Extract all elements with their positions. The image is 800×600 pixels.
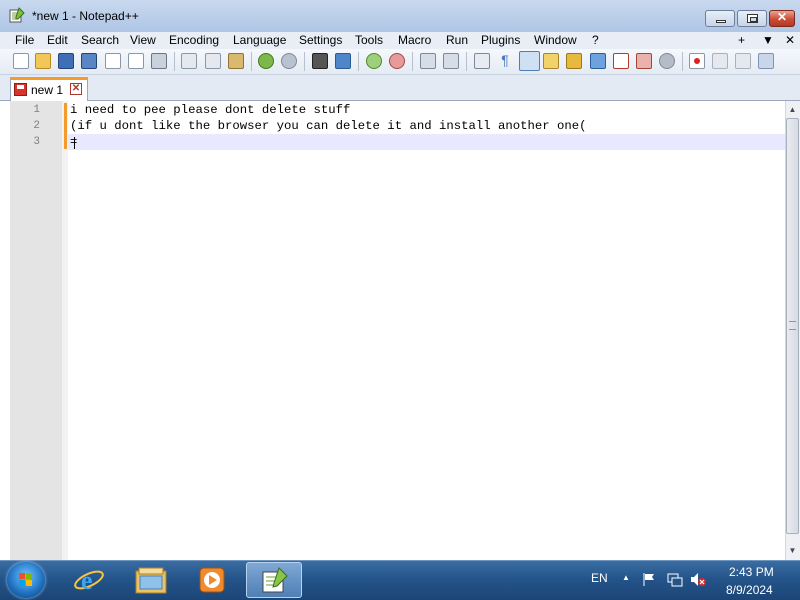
indent-guide-icon[interactable]: [519, 51, 540, 71]
clock-time[interactable]: 2:43 PM: [729, 565, 774, 579]
save-icon[interactable]: [58, 53, 74, 69]
redo-icon[interactable]: [281, 53, 297, 69]
play-macro-icon[interactable]: [735, 53, 751, 69]
line-number-gutter: [10, 101, 62, 560]
menu-help[interactable]: ?: [592, 32, 599, 49]
sync-horizontal-icon[interactable]: [443, 53, 459, 69]
open-file-icon[interactable]: [35, 53, 51, 69]
minimize-icon: [716, 20, 726, 23]
code-line[interactable]: (if u dont like the browser you can dele…: [70, 119, 587, 133]
internet-explorer-icon[interactable]: e: [73, 565, 105, 595]
scroll-grip-icon: [789, 321, 796, 330]
svg-text:e: e: [81, 566, 93, 595]
comment-icon[interactable]: [659, 53, 675, 69]
media-player-icon[interactable]: [197, 566, 227, 594]
menu-run[interactable]: Run: [446, 32, 468, 49]
menu-view[interactable]: View: [130, 32, 156, 49]
tab-bar: [0, 75, 800, 101]
clock-date[interactable]: 8/9/2024: [726, 583, 773, 597]
word-wrap-icon[interactable]: [474, 53, 490, 69]
print-icon[interactable]: [151, 53, 167, 69]
menu-tools[interactable]: Tools: [355, 32, 383, 49]
monitoring-icon[interactable]: [613, 53, 629, 69]
tab-list-button[interactable]: ▼: [762, 32, 774, 49]
record-dot-icon: [694, 58, 700, 64]
macro-icon[interactable]: [636, 53, 652, 69]
volume-muted-icon[interactable]: [690, 572, 707, 587]
toolbar-separator: [174, 52, 175, 71]
modified-lines-marker: [64, 103, 67, 149]
menu-search[interactable]: Search: [81, 32, 119, 49]
undo-icon[interactable]: [258, 53, 274, 69]
toolbar-separator: [304, 52, 305, 71]
replace-icon[interactable]: [335, 53, 351, 69]
cut-icon[interactable]: [181, 53, 197, 69]
menu-settings[interactable]: Settings: [299, 32, 342, 49]
menu-edit[interactable]: Edit: [47, 32, 68, 49]
toolbar-separator: [412, 52, 413, 71]
tab-new1[interactable]: new 1 ✕: [10, 77, 88, 101]
taskbar-notepadpp-button[interactable]: [246, 562, 302, 598]
line-number: 3: [33, 136, 40, 148]
window-title: *new 1 - Notepad++: [32, 9, 139, 23]
menu-window[interactable]: Window: [534, 32, 577, 49]
menu-macro[interactable]: Macro: [398, 32, 431, 49]
maximize-icon: [747, 14, 758, 23]
function-list-icon[interactable]: [566, 53, 582, 69]
toolbar-separator: [358, 52, 359, 71]
scroll-down-arrow-icon[interactable]: ▼: [786, 543, 799, 558]
minimize-button[interactable]: [705, 10, 735, 27]
sync-vertical-icon[interactable]: [420, 53, 436, 69]
zoom-in-icon[interactable]: [366, 53, 382, 69]
action-center-flag-icon[interactable]: [642, 572, 657, 587]
menu-file[interactable]: File: [15, 32, 34, 49]
close-icon: ✕: [776, 10, 788, 24]
close-all-icon[interactable]: [128, 53, 144, 69]
network-icon[interactable]: [667, 572, 683, 587]
close-window-button[interactable]: ✕: [769, 10, 795, 27]
file-explorer-icon[interactable]: [134, 565, 168, 595]
close-file-icon[interactable]: [105, 53, 121, 69]
stop-macro-icon[interactable]: [712, 53, 728, 69]
close-document-button[interactable]: ✕: [785, 32, 795, 49]
document-map-icon[interactable]: [543, 53, 559, 69]
menu-plugins[interactable]: Plugins: [481, 32, 520, 49]
show-all-characters-icon[interactable]: ¶: [497, 53, 513, 69]
save-all-icon[interactable]: [81, 53, 97, 69]
input-language-indicator[interactable]: EN: [591, 571, 608, 585]
line-number: 2: [33, 120, 40, 132]
code-line[interactable]: i need to pee please dont delete stuff: [70, 103, 350, 117]
fold-margin: [62, 101, 68, 560]
new-file-icon[interactable]: [13, 53, 29, 69]
editor-area[interactable]: [10, 101, 785, 560]
menu-encoding[interactable]: Encoding: [169, 32, 219, 49]
text-caret: [74, 137, 75, 149]
tab-label: new 1: [31, 83, 64, 97]
start-button[interactable]: [7, 562, 45, 598]
toolbar-separator: [466, 52, 467, 71]
toolbar-separator: [251, 52, 252, 71]
notepadpp-taskbar-icon: [262, 567, 288, 593]
current-line-highlight: [68, 134, 785, 150]
windows-logo-icon: [19, 573, 32, 586]
record-macro-icon[interactable]: [689, 53, 705, 69]
show-hidden-icons-icon[interactable]: ▲: [622, 573, 630, 582]
toolbar-separator: [682, 52, 683, 71]
paste-icon[interactable]: [228, 53, 244, 69]
zoom-out-icon[interactable]: [389, 53, 405, 69]
maximize-button[interactable]: [737, 10, 767, 27]
line-number: 1: [33, 104, 40, 116]
menu-language[interactable]: Language: [233, 32, 286, 49]
scroll-up-arrow-icon[interactable]: ▲: [786, 102, 799, 117]
copy-icon[interactable]: [205, 53, 221, 69]
unsaved-file-icon: [14, 83, 27, 96]
tab-close-icon[interactable]: ✕: [70, 83, 82, 95]
find-icon[interactable]: [312, 53, 328, 69]
notepadpp-icon: [9, 7, 25, 23]
new-tab-plus-button[interactable]: +: [738, 32, 745, 49]
run-macro-multiple-icon[interactable]: [758, 53, 774, 69]
folder-as-workspace-icon[interactable]: [590, 53, 606, 69]
